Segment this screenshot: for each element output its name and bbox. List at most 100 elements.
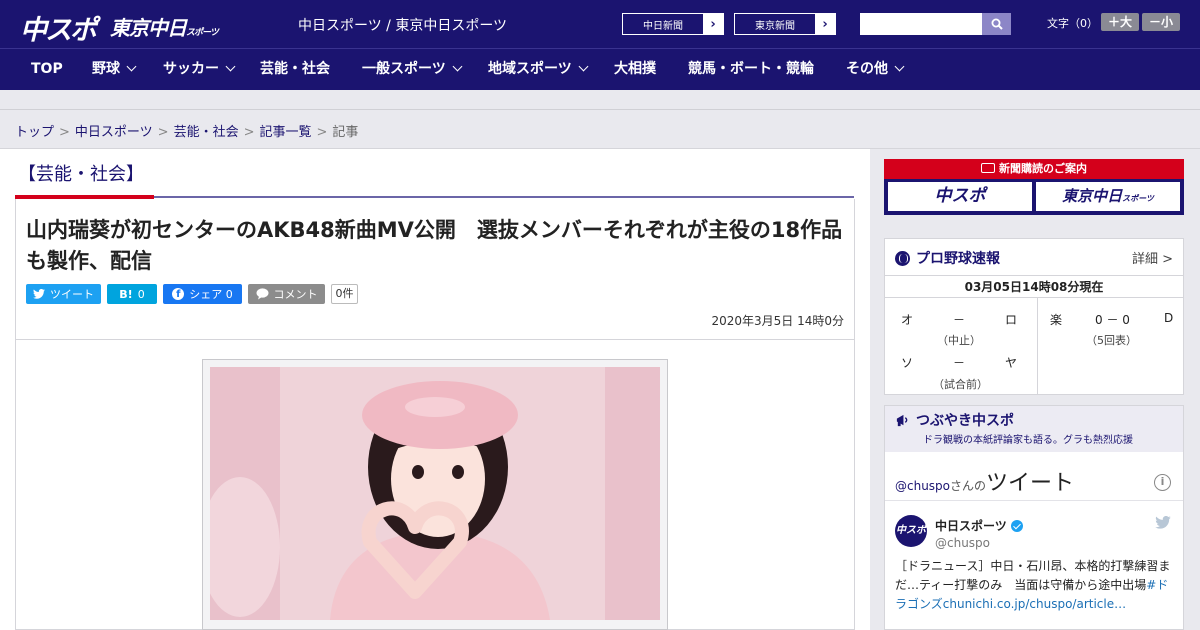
comment-button[interactable]: コメント	[248, 284, 325, 304]
chevron-right-icon: ›	[703, 14, 723, 34]
nav-item-top[interactable]: TOP	[31, 49, 63, 91]
header-spacer	[0, 90, 1200, 110]
nav-label: 野球	[92, 61, 120, 77]
breadcrumb-top[interactable]: トップ	[15, 125, 54, 140]
subscription-header[interactable]: 新聞購読のご案内	[884, 159, 1184, 179]
article-photo[interactable]	[210, 367, 660, 620]
nav-label: 競馬・ボート・競輪	[688, 61, 814, 77]
nav-item-general-sports[interactable]: 一般スポーツ	[362, 49, 463, 91]
tokyo-shimbun-link[interactable]: 東京新聞 ›	[734, 13, 836, 35]
category-heading: 【芸能・社会】	[18, 164, 144, 185]
tweets-heading: ツイート	[986, 471, 1075, 496]
baseball-title-text: プロ野球速報	[916, 251, 1000, 267]
subscribe-tokyo-chunichi-button[interactable]: 東京中日スポーツ	[1036, 182, 1180, 211]
main-nav: TOP 野球 サッカー 芸能・社会 一般スポーツ 地域スポーツ 大相撲 競馬・ボ…	[0, 48, 1200, 90]
nav-label: その他	[846, 61, 888, 77]
nav-item-sumo[interactable]: 大相撲	[614, 49, 656, 91]
nav-item-entertainment[interactable]: 芸能・社会	[260, 49, 330, 91]
tweet-divider	[885, 500, 1183, 501]
home-team: 楽	[1050, 313, 1063, 327]
tweets-by-heading: @chuspoさんのツイート	[895, 465, 1074, 497]
megaphone-icon	[896, 414, 908, 426]
tweet-author[interactable]: 中日スポーツ	[935, 517, 1023, 534]
baseball-widget-title: プロ野球速報	[895, 248, 1000, 268]
handle-suffix: さんの	[950, 479, 987, 493]
game-score: －	[953, 313, 966, 327]
tokyo-logo-sub: スポーツ	[186, 28, 219, 38]
away-team: D	[1164, 311, 1174, 325]
chunichi-shimbun-link[interactable]: 中日新聞 ›	[622, 13, 724, 35]
facebook-share-button[interactable]: f シェア 0	[163, 284, 242, 304]
twitter-widget-title: つぶやき中スポ	[895, 410, 1014, 430]
font-smaller-button[interactable]: －小	[1142, 13, 1180, 31]
speech-bubble-icon	[256, 288, 268, 300]
chevron-down-icon	[894, 61, 905, 72]
nav-item-other[interactable]: その他	[846, 49, 905, 91]
search-button[interactable]	[982, 13, 1011, 35]
nav-item-baseball[interactable]: 野球	[92, 49, 137, 91]
nav-label: サッカー	[163, 61, 219, 77]
baseball-detail-link[interactable]: 詳細 >	[1132, 248, 1173, 267]
nav-item-racing[interactable]: 競馬・ボート・競輪	[688, 49, 814, 91]
tokyo-shimbun-label: 東京新聞	[755, 20, 795, 32]
tweet-author-handle[interactable]: @chuspo	[935, 536, 990, 550]
chevron-down-icon	[225, 61, 236, 72]
breadcrumb: トップ > 中日スポーツ > 芸能・社会 > 記事一覧 > 記事	[15, 125, 359, 140]
breadcrumb-current: 記事	[332, 125, 359, 140]
twitter-widget: つぶやき中スポ ドラ観戦の本紙評論家も語る。グラも熱烈応援 @chuspoさんの…	[884, 405, 1184, 630]
chunichi-shimbun-label: 中日新聞	[643, 20, 683, 32]
away-team: ヤ	[1005, 356, 1018, 370]
chevron-down-icon	[452, 61, 463, 72]
game-score: －	[953, 356, 966, 370]
comment-count[interactable]: 0件	[331, 284, 358, 304]
avatar[interactable]: 中スポ	[895, 515, 927, 547]
home-team: オ	[901, 313, 914, 327]
nav-label: TOP	[31, 61, 63, 77]
site-title[interactable]: 中日スポーツ / 東京中日スポーツ	[298, 15, 507, 35]
away-team: ロ	[1005, 313, 1018, 327]
subscribe-tokyo-sub: スポーツ	[1122, 194, 1154, 203]
tweet-body: ［ドラニュース］中日・石川昂、本格的打撃練習まだ…ティー打撃のみ 当面は守備から…	[895, 559, 1171, 592]
game-status: （中止）	[937, 334, 981, 347]
baseball-scores-widget: プロ野球速報 詳細 > 03月05日14時08分現在 オ － ロ （中止） ソ …	[884, 238, 1184, 395]
tokyo-logo-text: 東京中日	[110, 16, 187, 40]
game-status: （試合前）	[933, 378, 988, 391]
search-icon	[991, 18, 1003, 30]
chevron-right-icon: ›	[815, 14, 835, 34]
twitter-bird-icon	[33, 289, 45, 299]
hatena-bookmark-button[interactable]: B! 0	[107, 284, 157, 304]
font-larger-button[interactable]: ＋大	[1101, 13, 1139, 31]
subscription-header-label: 新聞購読のご案内	[999, 162, 1087, 175]
info-icon[interactable]: i	[1154, 474, 1171, 491]
nav-label: 地域スポーツ	[488, 61, 572, 77]
home-team: ソ	[901, 356, 914, 370]
verified-badge-icon	[1010, 519, 1023, 532]
chevron-down-icon	[578, 61, 589, 72]
twitter-handle-link[interactable]: @chuspo	[895, 479, 950, 493]
tweet-label: ツイート	[50, 288, 94, 301]
tweet-author-name: 中日スポーツ	[935, 519, 1007, 533]
tweet-text: ［ドラニュース］中日・石川昂、本格的打撃練習まだ…ティー打撃のみ 当面は守備から…	[895, 557, 1177, 614]
site-header: 中スポ 東京中日スポーツ 中日スポーツ / 東京中日スポーツ 中日新聞 › 東京…	[0, 0, 1200, 48]
tokyo-chunichi-logo[interactable]: 東京中日スポーツ	[110, 12, 219, 41]
nav-label: 芸能・社会	[260, 61, 330, 77]
category-underline	[154, 196, 854, 198]
hatena-count: 0	[137, 287, 145, 301]
breadcrumb-entertainment[interactable]: 芸能・社会	[174, 125, 239, 140]
chevron-down-icon	[126, 61, 137, 72]
nav-item-soccer[interactable]: サッカー	[163, 49, 236, 91]
newspaper-icon	[981, 163, 995, 173]
breadcrumb-article-list[interactable]: 記事一覧	[260, 125, 312, 140]
subscribe-chuspo-button[interactable]: 中スポ	[888, 182, 1032, 211]
twitter-title-text: つぶやき中スポ	[916, 413, 1014, 429]
tweet-button[interactable]: ツイート	[26, 284, 101, 304]
breadcrumb-chunichi-sports[interactable]: 中日スポーツ	[75, 125, 153, 140]
nav-item-regional-sports[interactable]: 地域スポーツ	[488, 49, 589, 91]
game-status: （5回表）	[1086, 334, 1137, 347]
article-title: 山内瑞葵が初センターのAKB48新曲MV公開 選抜メンバーそれぞれが主役の18作…	[26, 218, 843, 273]
article-divider	[16, 339, 854, 340]
hatena-icon: B!	[119, 287, 133, 301]
twitter-bird-icon[interactable]	[1155, 516, 1171, 529]
search-input[interactable]	[860, 13, 982, 35]
chuspo-logo[interactable]: 中スポ	[20, 8, 97, 47]
